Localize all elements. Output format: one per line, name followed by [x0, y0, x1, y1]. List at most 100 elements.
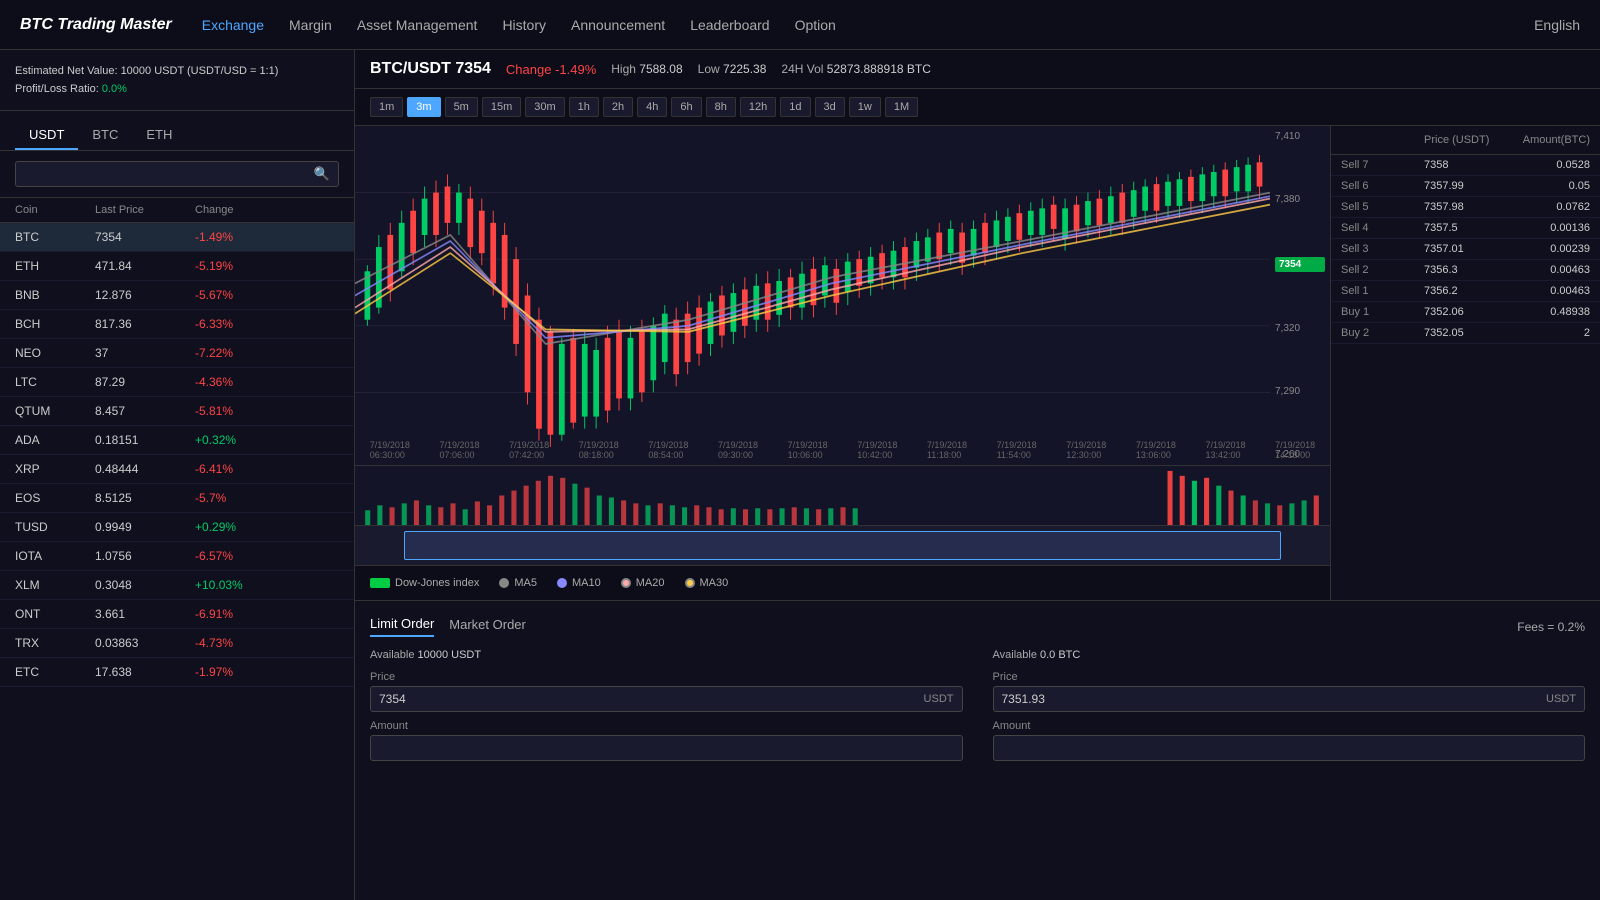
coin-name: TRX [15, 636, 95, 650]
interval-6h[interactable]: 6h [671, 97, 701, 117]
interval-1w[interactable]: 1w [849, 97, 881, 117]
interval-12h[interactable]: 12h [740, 97, 776, 117]
nav-margin[interactable]: Margin [289, 17, 332, 33]
coin-name: NEO [15, 346, 95, 360]
chart-vol: 24H Vol 52873.888918 BTC [781, 62, 930, 76]
coin-row-ada[interactable]: ADA 0.18151 +0.32% [0, 426, 354, 455]
sell-price-input-wrap[interactable]: USDT [993, 686, 1586, 712]
interval-1d[interactable]: 1d [780, 97, 810, 117]
col-coin: Coin [15, 204, 95, 216]
nav-leaderboard[interactable]: Leaderboard [690, 17, 769, 33]
coin-row-bch[interactable]: BCH 817.36 -6.33% [0, 310, 354, 339]
nav-asset-management[interactable]: Asset Management [357, 17, 478, 33]
ob-sell-6[interactable]: Sell 6 7357.99 0.05 [1331, 176, 1600, 197]
buy-price-input[interactable] [379, 692, 924, 706]
interval-2h[interactable]: 2h [603, 97, 633, 117]
search-box: 🔍 [0, 151, 354, 198]
nav-announcement[interactable]: Announcement [571, 17, 665, 33]
x-label-10: 7/19/201812:30:00 [1066, 440, 1106, 460]
sell-amount-input[interactable] [1002, 741, 1577, 755]
coin-row-trx[interactable]: TRX 0.03863 -4.73% [0, 629, 354, 658]
ob-sell-3[interactable]: Sell 3 7357.01 0.00239 [1331, 239, 1600, 260]
main-layout: Estimated Net Value: 10000 USDT (USDT/US… [0, 50, 1600, 900]
order-form-section: Limit Order Market Order Fees = 0.2% Ava… [355, 601, 1600, 900]
tab-btc[interactable]: BTC [78, 121, 132, 150]
interval-3d[interactable]: 3d [815, 97, 845, 117]
coin-row-qtum[interactable]: QTUM 8.457 -5.81% [0, 397, 354, 426]
search-input-wrap[interactable]: 🔍 [15, 161, 339, 187]
sell-amount-input-wrap[interactable] [993, 735, 1586, 761]
interval-5m[interactable]: 5m [445, 97, 478, 117]
coin-price: 8.5125 [95, 491, 195, 505]
interval-1M[interactable]: 1M [885, 97, 918, 117]
language-selector[interactable]: English [1534, 17, 1580, 33]
coin-row-eos[interactable]: EOS 8.5125 -5.7% [0, 484, 354, 513]
ob-buy-2[interactable]: Buy 2 7352.05 2 [1331, 323, 1600, 344]
coin-price: 1.0756 [95, 549, 195, 563]
coin-row-eth[interactable]: ETH 471.84 -5.19% [0, 252, 354, 281]
coin-price: 3.661 [95, 607, 195, 621]
nav-history[interactable]: History [502, 17, 546, 33]
coin-row-ltc[interactable]: LTC 87.29 -4.36% [0, 368, 354, 397]
coin-change: -1.49% [195, 230, 295, 244]
price-level-7354: 7354 [1275, 257, 1325, 272]
ob-header: Price (USDT) Amount(BTC) [1331, 126, 1600, 155]
ob-sell-4[interactable]: Sell 4 7357.5 0.00136 [1331, 218, 1600, 239]
buy-price-input-wrap[interactable]: USDT [370, 686, 963, 712]
ob-sell-7[interactable]: Sell 7 7358 0.0528 [1331, 155, 1600, 176]
interval-1h[interactable]: 1h [569, 97, 599, 117]
buy-amount-input[interactable] [379, 741, 954, 755]
ob-sell-4-price: 7357.5 [1424, 222, 1507, 234]
coin-name: XLM [15, 578, 95, 592]
coin-row-ont[interactable]: ONT 3.661 -6.91% [0, 600, 354, 629]
search-input[interactable] [24, 167, 314, 181]
coin-change: -5.81% [195, 404, 295, 418]
ob-sell-7-label: Sell 7 [1341, 159, 1424, 171]
ma20-icon [621, 578, 631, 588]
coin-row-xlm[interactable]: XLM 0.3048 +10.03% [0, 571, 354, 600]
interval-30m[interactable]: 30m [525, 97, 564, 117]
coin-row-xrp[interactable]: XRP 0.48444 -6.41% [0, 455, 354, 484]
sell-price-input[interactable] [1002, 692, 1547, 706]
interval-15m[interactable]: 15m [482, 97, 521, 117]
coin-row-btc[interactable]: BTC 7354 -1.49% [0, 223, 354, 252]
x-label-0: 7/19/201806:30:00 [370, 440, 410, 460]
ob-sell-6-amount: 0.05 [1507, 180, 1590, 192]
ob-sell-1[interactable]: Sell 1 7356.2 0.00463 [1331, 281, 1600, 302]
ob-sell-5[interactable]: Sell 5 7357.98 0.0762 [1331, 197, 1600, 218]
x-label-1: 7/19/201807:06:00 [439, 440, 479, 460]
interval-3m[interactable]: 3m [407, 97, 440, 117]
nav-option[interactable]: Option [795, 17, 836, 33]
navigator-handle[interactable] [404, 531, 1282, 560]
sell-price-group: Price USDT [993, 671, 1586, 712]
chart-area: 7,410 7,380 7354 7,320 7,290 7,260 7/19/… [355, 126, 1330, 600]
buy-amount-input-wrap[interactable] [370, 735, 963, 761]
ob-sell-2[interactable]: Sell 2 7356.3 0.00463 [1331, 260, 1600, 281]
nav-items: Exchange Margin Asset Management History… [202, 17, 1534, 33]
interval-4h[interactable]: 4h [637, 97, 667, 117]
tab-usdt[interactable]: USDT [15, 121, 78, 150]
coin-row-iota[interactable]: IOTA 1.0756 -6.57% [0, 542, 354, 571]
chart-pair: BTC/USDT 7354 [370, 60, 491, 78]
coin-name: QTUM [15, 404, 95, 418]
tab-limit-order[interactable]: Limit Order [370, 616, 434, 637]
candlestick-chart: 7,410 7,380 7354 7,320 7,290 7,260 7/19/… [355, 126, 1330, 465]
ob-sell-1-amount: 0.00463 [1507, 285, 1590, 297]
ob-sell-1-label: Sell 1 [1341, 285, 1424, 297]
tab-eth[interactable]: ETH [132, 121, 186, 150]
coin-row-tusd[interactable]: TUSD 0.9949 +0.29% [0, 513, 354, 542]
interval-8h[interactable]: 8h [706, 97, 736, 117]
tab-market-order[interactable]: Market Order [449, 617, 526, 636]
interval-1m[interactable]: 1m [370, 97, 403, 117]
coin-row-etc[interactable]: ETC 17.638 -1.97% [0, 658, 354, 687]
ob-buy-1[interactable]: Buy 1 7352.06 0.48938 [1331, 302, 1600, 323]
order-book: Price (USDT) Amount(BTC) Sell 7 7358 0.0… [1330, 126, 1600, 600]
coin-change: -5.19% [195, 259, 295, 273]
sell-price-label: Price [993, 671, 1586, 683]
coin-row-bnb[interactable]: BNB 12.876 -5.67% [0, 281, 354, 310]
price-scale: 7,410 7,380 7354 7,320 7,290 7,260 [1270, 126, 1330, 465]
x-label-4: 7/19/201808:54:00 [648, 440, 688, 460]
x-label-11: 7/19/201813:06:00 [1136, 440, 1176, 460]
coin-row-neo[interactable]: NEO 37 -7.22% [0, 339, 354, 368]
nav-exchange[interactable]: Exchange [202, 17, 264, 33]
